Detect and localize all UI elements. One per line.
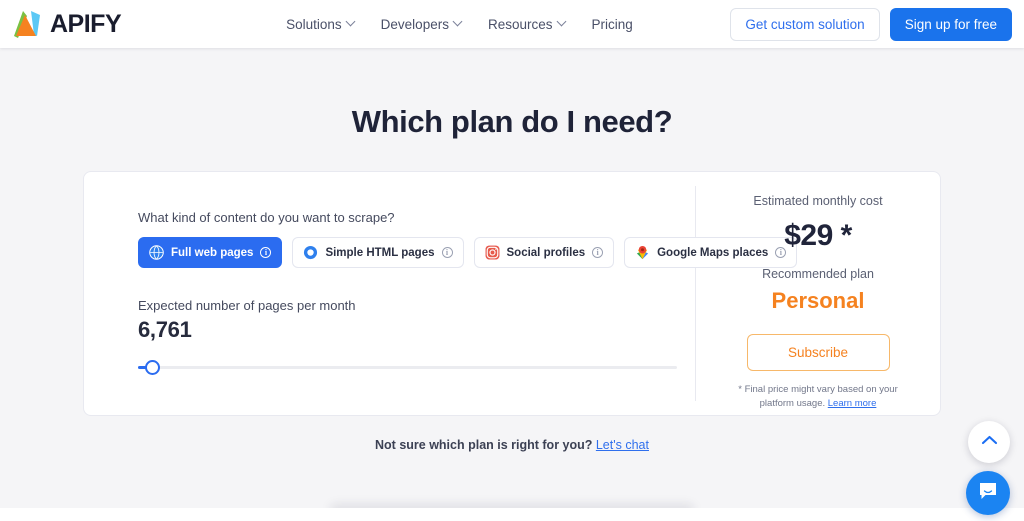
plan-summary-panel: Estimated monthly cost $29 * Recommended…: [696, 172, 940, 415]
chevron-down-icon: [347, 18, 355, 26]
estimated-cost-label: Estimated monthly cost: [753, 194, 883, 208]
site-header: APIFY Solutions Developers Resources Pri…: [0, 0, 1024, 48]
chevron-down-icon: [558, 18, 566, 26]
recommended-plan-name: Personal: [771, 288, 865, 313]
pages-per-month-label: Expected number of pages per month: [138, 298, 356, 313]
option-simple-html-pages[interactable]: Simple HTML pages i: [292, 237, 464, 268]
nav-item-pricing[interactable]: Pricing: [592, 17, 633, 32]
info-icon[interactable]: i: [592, 247, 604, 258]
pages-per-month-value: 6,761: [138, 317, 192, 342]
page-title: Which plan do I need?: [351, 104, 673, 139]
main-nav: Solutions Developers Resources Pricing: [286, 17, 633, 32]
estimated-price: $29 *: [784, 219, 852, 252]
help-text: Not sure which plan is right for you?: [375, 438, 596, 452]
nav-item-solutions[interactable]: Solutions: [286, 17, 355, 32]
learn-more-link[interactable]: Learn more: [828, 398, 877, 409]
nav-label: Resources: [487, 16, 553, 32]
apify-logo-icon: [10, 9, 44, 39]
logo[interactable]: APIFY: [10, 9, 122, 39]
price-disclaimer: * Final price might vary based on your p…: [738, 383, 898, 411]
option-label: Simple HTML pages: [325, 246, 435, 259]
content-type-question: What kind of content do you want to scra…: [138, 210, 395, 225]
pages-per-month-slider[interactable]: [138, 359, 677, 375]
scroll-to-top-button[interactable]: [968, 421, 1010, 463]
option-label: Social profiles: [506, 246, 586, 259]
chat-bubble-icon: [977, 480, 999, 507]
nav-item-developers[interactable]: Developers: [381, 17, 462, 32]
map-pin-icon: [635, 245, 650, 260]
nav-label: Solutions: [286, 16, 342, 32]
info-icon[interactable]: i: [441, 247, 453, 258]
slider-thumb[interactable]: [145, 360, 160, 375]
chevron-down-icon: [454, 18, 462, 26]
header-actions: Get custom solution Sign up for free: [730, 7, 1012, 41]
nav-label: Pricing: [591, 16, 633, 32]
logo-text: APIFY: [50, 9, 122, 38]
get-custom-solution-button[interactable]: Get custom solution: [730, 7, 880, 41]
globe-icon: [149, 245, 164, 260]
pricing-calculator-page: APIFY Solutions Developers Resources Pri…: [0, 0, 1024, 521]
calculator-inputs-panel: What kind of content do you want to scra…: [84, 172, 798, 415]
main-content: Which plan do I need? What kind of conte…: [0, 48, 1024, 508]
lets-chat-link[interactable]: Let's chat: [596, 438, 649, 452]
info-icon[interactable]: i: [260, 247, 272, 258]
recommended-plan-label: Recommended plan: [762, 267, 874, 281]
chat-launcher-button[interactable]: [966, 471, 1010, 515]
instagram-icon: [485, 245, 500, 260]
nav-label: Developers: [380, 16, 449, 32]
circle-dot-icon: [303, 245, 318, 260]
page-bottom-strip: [0, 508, 1024, 521]
option-label: Full web pages: [171, 246, 254, 259]
slider-track[interactable]: [138, 366, 677, 369]
nav-item-resources[interactable]: Resources: [488, 17, 566, 32]
option-social-profiles[interactable]: Social profiles i: [473, 237, 615, 268]
chevron-up-icon: [981, 433, 998, 451]
plan-calculator-card: What kind of content do you want to scra…: [83, 171, 941, 416]
sign-up-button[interactable]: Sign up for free: [889, 7, 1012, 41]
help-footer: Not sure which plan is right for you? Le…: [0, 438, 1024, 452]
subscribe-button[interactable]: Subscribe: [746, 334, 890, 371]
content-type-options: Full web pages i Simple HTML pages i Soc…: [138, 237, 798, 268]
option-full-web-pages[interactable]: Full web pages i: [138, 237, 283, 268]
